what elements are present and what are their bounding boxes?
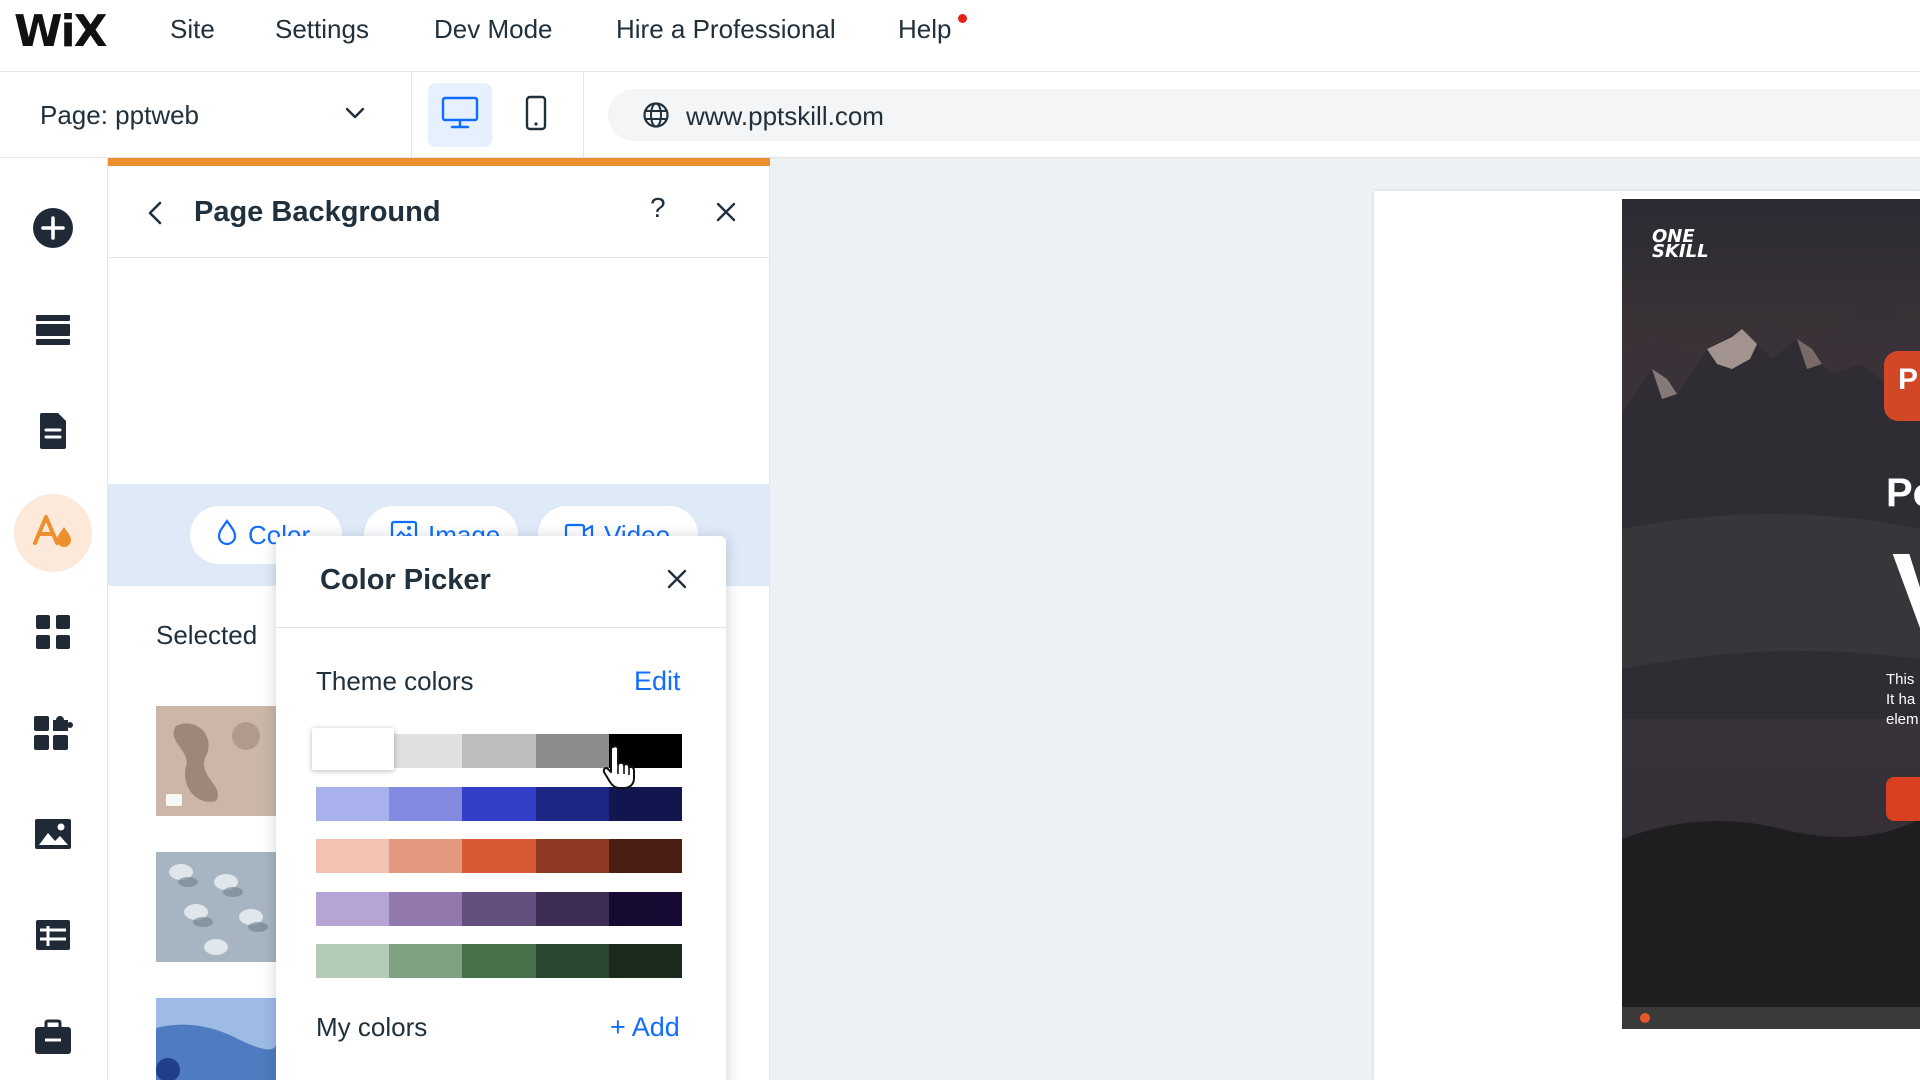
site-url: www.pptskill.com [686, 101, 884, 131]
left-tool-rail [0, 158, 108, 1080]
hero-body-line: elem [1886, 711, 1919, 728]
theme-color-swatch[interactable] [608, 839, 682, 873]
theme-color-swatch[interactable] [389, 891, 463, 926]
rail-sections[interactable] [14, 293, 92, 371]
sections-icon [34, 313, 72, 352]
hero-cta-button[interactable] [1886, 777, 1920, 821]
briefcase-icon [33, 1018, 73, 1061]
menu-dev-mode[interactable]: Dev Mode [434, 14, 553, 45]
color-picker-header: Color Picker [276, 536, 726, 628]
rail-design[interactable] [14, 494, 92, 572]
hero-heading-fragment: Po [1886, 471, 1920, 515]
rail-media[interactable] [14, 797, 92, 875]
mountain-illustration [1622, 299, 1920, 1029]
help-icon[interactable]: ? [650, 192, 666, 224]
hero-footer-strip [1622, 1007, 1920, 1029]
rail-apps[interactable] [14, 595, 92, 673]
powerpoint-badge: P [1884, 351, 1920, 421]
table-icon [34, 918, 72, 957]
image-icon [33, 817, 73, 856]
color-picker-popover: Color Picker Theme colors Edit My colors… [276, 536, 726, 1080]
edit-theme-colors-link[interactable]: Edit [634, 666, 681, 697]
menu-hire-a-professional[interactable]: Hire a Professional [616, 14, 836, 45]
mobile-icon [524, 95, 548, 136]
background-thumbnail[interactable] [156, 706, 276, 816]
hero-body-line: It ha [1886, 691, 1916, 708]
rail-pages[interactable] [14, 394, 92, 472]
theme-colors-label: Theme colors [316, 666, 474, 696]
color-picker-title: Color Picker [320, 564, 491, 596]
menu-settings[interactable]: Settings [275, 14, 369, 45]
theme-color-swatch[interactable] [535, 786, 609, 821]
theme-color-swatch[interactable] [535, 891, 609, 926]
theme-color-swatch[interactable] [535, 839, 609, 873]
theme-color-swatch[interactable] [389, 839, 463, 873]
hand-cursor-icon [602, 744, 636, 795]
panel-accent-bar [108, 158, 770, 166]
theme-color-swatch[interactable] [608, 944, 682, 978]
apps-grid-icon [34, 613, 72, 656]
theme-color-row [316, 891, 682, 926]
mobile-view-button[interactable] [504, 83, 568, 147]
puzzle-icon [32, 712, 74, 759]
help-notification-dot [958, 14, 967, 23]
pages-icon [36, 411, 70, 456]
globe-icon [642, 101, 670, 134]
wix-logo[interactable]: WiX [14, 6, 108, 57]
theme-color-swatch[interactable] [462, 786, 536, 821]
hero-big-letter: V [1892, 529, 1920, 656]
editor-toolbar: Page: pptweb www.pptskill.com [0, 72, 1920, 158]
my-colors-label: My colors [316, 1012, 428, 1042]
theme-color-row [316, 944, 682, 978]
droplet-icon [216, 518, 238, 553]
background-thumbnail[interactable] [156, 852, 276, 962]
theme-design-icon [31, 509, 75, 558]
add-color-button[interactable]: + Add [610, 1012, 680, 1043]
theme-color-swatch[interactable] [535, 734, 609, 768]
theme-color-swatch[interactable] [316, 891, 390, 926]
one-skill-logo: ONE SKILL [1652, 226, 1709, 262]
top-menu-bar: WiX Site Settings Dev Mode Hire a Profes… [0, 0, 1920, 72]
chevron-down-icon [344, 102, 366, 129]
theme-color-swatch[interactable] [535, 944, 609, 978]
theme-color-swatch[interactable] [389, 734, 463, 768]
theme-color-swatch[interactable] [389, 944, 463, 978]
theme-color-swatch[interactable] [462, 944, 536, 978]
rail-portfolio[interactable] [14, 1000, 92, 1078]
plus-circle-icon [31, 206, 75, 255]
theme-color-swatch[interactable] [316, 944, 390, 978]
hero-section[interactable]: ONE SKILL P Po V This It ha elem [1622, 199, 1920, 1029]
theme-color-swatch[interactable] [316, 786, 390, 821]
selected-swatch-highlight[interactable] [312, 728, 394, 770]
selected-background-label: Selected [156, 620, 258, 650]
close-icon[interactable] [666, 568, 688, 595]
menu-help[interactable]: Help [898, 14, 951, 45]
site-page-preview[interactable]: ONE SKILL P Po V This It ha elem [1374, 191, 1920, 1080]
desktop-icon [441, 96, 479, 135]
panel-header: Page Background ? [108, 166, 770, 258]
theme-color-swatch[interactable] [462, 734, 536, 768]
theme-color-row [316, 839, 682, 873]
theme-color-swatch[interactable] [608, 891, 682, 926]
theme-color-swatch[interactable] [462, 891, 536, 926]
back-arrow-icon[interactable] [144, 200, 166, 231]
theme-color-swatch[interactable] [389, 786, 463, 821]
theme-color-swatch[interactable] [316, 839, 390, 873]
device-switcher [412, 72, 584, 158]
theme-color-swatch[interactable] [462, 839, 536, 873]
close-icon[interactable] [714, 200, 738, 229]
editor-canvas: ONE SKILL P Po V This It ha elem [770, 158, 1920, 1080]
rail-add-elements[interactable] [14, 191, 92, 269]
desktop-view-button[interactable] [428, 83, 492, 147]
footer-dot-icon [1640, 1013, 1650, 1023]
background-thumbnail[interactable] [156, 998, 276, 1080]
site-url-bar[interactable]: www.pptskill.com [608, 89, 1920, 141]
page-selector-label: Page: pptweb [40, 100, 200, 130]
panel-title: Page Background [194, 196, 441, 228]
page-selector[interactable]: Page: pptweb [0, 72, 412, 158]
hero-body-line: This [1886, 671, 1915, 688]
rail-business[interactable] [14, 696, 92, 774]
rail-cms[interactable] [14, 898, 92, 976]
menu-site[interactable]: Site [170, 14, 215, 45]
